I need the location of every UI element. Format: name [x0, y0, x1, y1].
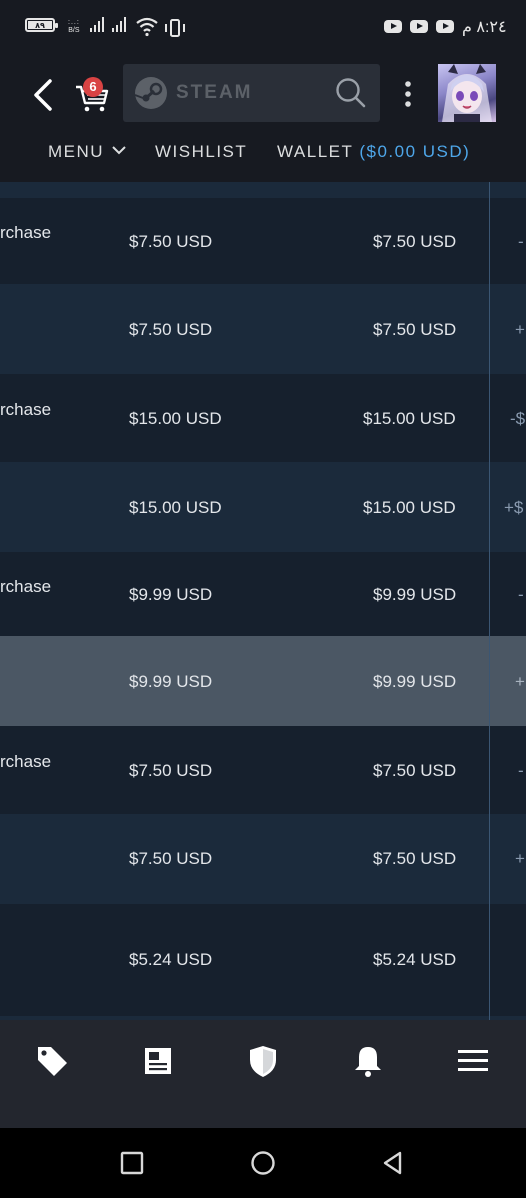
hamburger-icon[interactable] — [456, 1044, 490, 1078]
wallet-label: WALLET — [277, 142, 354, 161]
table-row[interactable]: $7.50 USD $7.50 USD + — [0, 814, 526, 904]
recents-icon[interactable] — [119, 1150, 145, 1176]
bottom-navigation — [0, 1020, 526, 1128]
tag-icon[interactable] — [35, 1044, 69, 1078]
row-price: $5.24 USD — [129, 950, 213, 969]
avatar-image — [442, 64, 492, 122]
wallet-link[interactable]: WALLET ($0.00 USD) — [277, 142, 470, 162]
row-total: $9.99 USD — [373, 672, 457, 691]
row-price: $9.99 USD — [129, 672, 213, 691]
menu-label: MENU — [48, 142, 105, 161]
home-icon[interactable] — [250, 1150, 276, 1176]
youtube-icon-2 — [410, 20, 428, 33]
table-row[interactable]: $15.00 USD $15.00 USD +$ — [0, 462, 526, 552]
search-icon[interactable] — [335, 77, 367, 109]
table-row[interactable]: rchase $15.00 USD $15.00 USD -$ — [0, 374, 526, 462]
row-price: $15.00 USD — [129, 409, 222, 428]
row-total: $15.00 USD — [363, 409, 456, 428]
clock: ٨:٢٤ م — [462, 19, 507, 36]
row-change: +$ — [504, 498, 524, 517]
news-icon[interactable] — [141, 1044, 175, 1078]
table-row[interactable]: rchase $7.50 USD $7.50 USD - — [0, 198, 526, 284]
row-type: rchase — [0, 577, 52, 596]
row-price: $15.00 USD — [129, 498, 222, 517]
row-total: $9.99 USD — [373, 585, 457, 604]
search-bar[interactable]: STEAM — [123, 64, 380, 122]
signal-icon — [90, 17, 104, 32]
table-row[interactable]: rchase $7.50 USD $7.50 USD - — [0, 726, 526, 814]
back-nav-icon[interactable] — [380, 1150, 406, 1176]
row-change: - — [518, 232, 524, 251]
steam-logo-icon — [134, 77, 167, 109]
column-divider — [489, 182, 490, 1020]
table-row[interactable]: $7.50 USD $7.50 USD + — [0, 284, 526, 374]
wifi-icon — [136, 17, 158, 37]
row-type: rchase — [0, 400, 52, 419]
row-type: rchase — [0, 752, 52, 771]
youtube-icon-3 — [436, 20, 454, 33]
row-total: $7.50 USD — [373, 849, 457, 868]
row-price: $7.50 USD — [129, 232, 213, 251]
battery-icon: ٨٩ — [25, 18, 58, 32]
network-speed: :..: B/S — [68, 19, 80, 34]
purchase-history-table: rchase $7.50 USD $7.50 USD - $7.50 USD $… — [0, 182, 526, 1020]
row-change: - — [518, 585, 524, 604]
steam-header: 6 STEAM MENU WISHLIST WALLET ($0.00 USD) — [0, 52, 526, 182]
row-price: $7.50 USD — [129, 320, 213, 339]
more-options-icon[interactable] — [402, 80, 414, 110]
user-avatar[interactable] — [438, 64, 496, 122]
menu-dropdown[interactable]: MENU — [48, 142, 127, 162]
steam-wordmark: STEAM — [176, 82, 253, 103]
row-change: + — [515, 672, 525, 691]
table-row[interactable]: rchase $9.99 USD $9.99 USD - — [0, 552, 526, 636]
table-row-selected[interactable]: $9.99 USD $9.99 USD + — [0, 636, 526, 726]
row-price: $9.99 USD — [129, 585, 213, 604]
row-total: $7.50 USD — [373, 232, 457, 251]
row-type: rchase — [0, 223, 52, 242]
row-change: -$ — [510, 409, 526, 428]
bell-icon[interactable] — [351, 1044, 385, 1078]
row-change: + — [515, 320, 525, 339]
vibrate-icon — [165, 19, 185, 37]
chevron-down-icon — [112, 146, 127, 155]
wishlist-link[interactable]: WISHLIST — [155, 142, 247, 162]
row-price: $7.50 USD — [129, 761, 213, 780]
table-row[interactable]: $5.24 USD $5.24 USD — [0, 904, 526, 1016]
youtube-icon — [384, 20, 402, 33]
row-change: - — [518, 761, 524, 780]
signal-icon-2 — [112, 17, 126, 32]
shield-icon[interactable] — [246, 1044, 280, 1078]
row-total: $15.00 USD — [363, 498, 456, 517]
status-bar: ٨٩ :..: B/S ٨:٢٤ م — [0, 0, 526, 52]
row-total: $7.50 USD — [373, 320, 457, 339]
back-arrow-icon[interactable] — [30, 78, 58, 112]
row-price: $7.50 USD — [129, 849, 213, 868]
wallet-balance: ($0.00 USD) — [359, 142, 471, 161]
row-change: + — [515, 849, 525, 868]
row-total: $7.50 USD — [373, 761, 457, 780]
cart-badge: 6 — [83, 77, 103, 97]
system-navigation-bar — [0, 1128, 526, 1198]
table-row-partial — [0, 182, 526, 198]
row-total: $5.24 USD — [373, 950, 457, 969]
